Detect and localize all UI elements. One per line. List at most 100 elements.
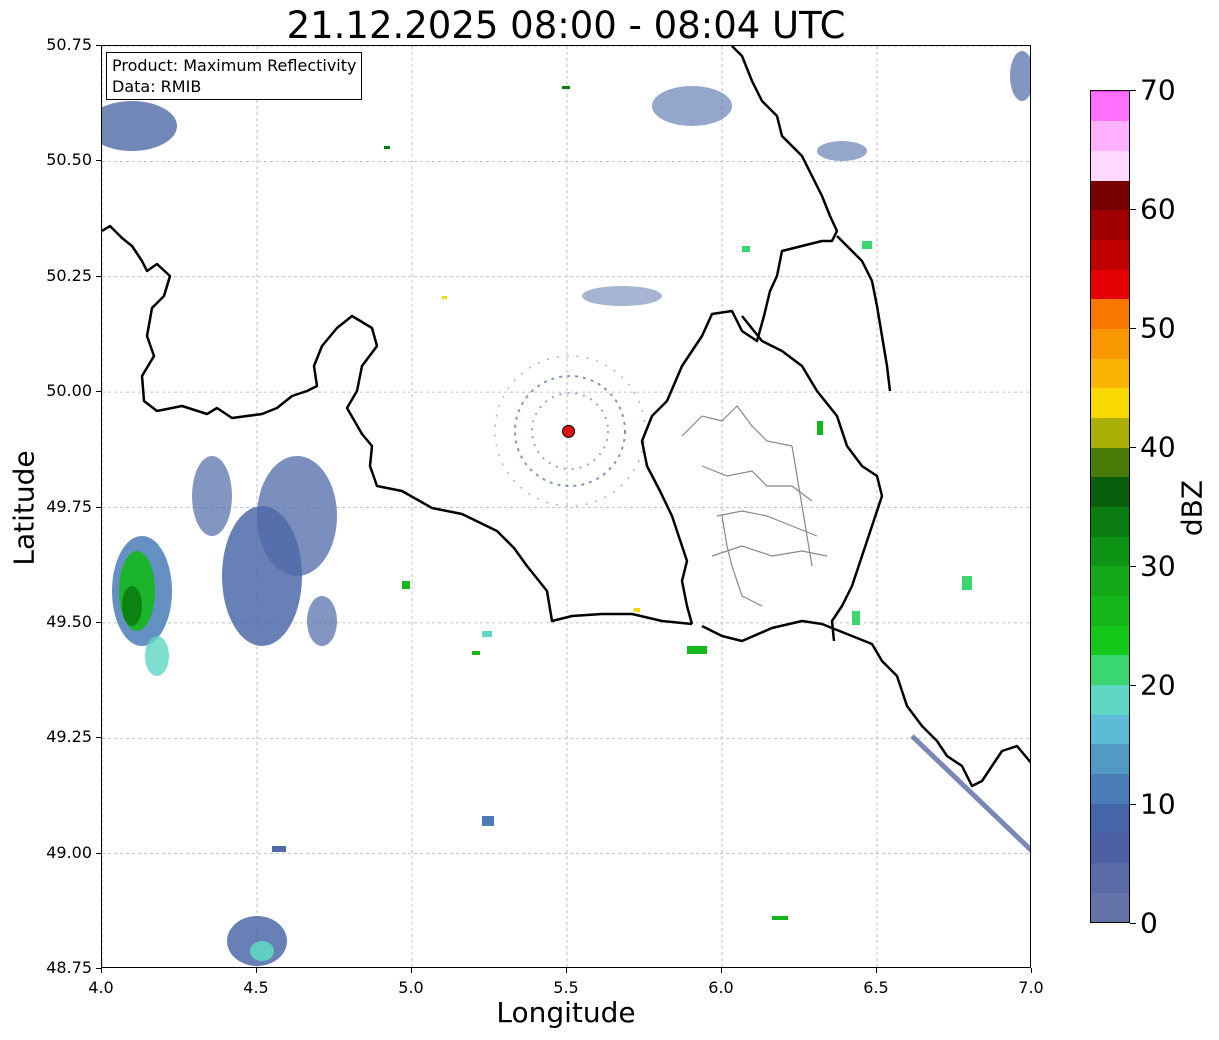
border-line <box>102 224 693 626</box>
x-tick-label: 5.5 <box>553 978 579 997</box>
colorbar-segment <box>1091 892 1129 923</box>
y-tick-label: 50.00 <box>46 381 92 401</box>
country-borders <box>102 46 1030 788</box>
x-tick-mark <box>1031 968 1032 973</box>
colorbar-segment <box>1091 625 1129 656</box>
border-line <box>701 619 1030 788</box>
colorbar-segment <box>1091 328 1129 359</box>
colorbar-segment <box>1091 773 1129 804</box>
region-boundary <box>721 515 763 607</box>
x-tick-label: 7.0 <box>1018 978 1044 997</box>
x-tick-mark <box>876 968 877 973</box>
colorbar-segment <box>1091 654 1129 686</box>
colorbar-segment <box>1091 91 1129 122</box>
colorbar-tick-mark <box>1130 804 1136 805</box>
y-tick-label: 50.75 <box>46 35 92 54</box>
radar-site-layer <box>562 424 576 438</box>
colorbar-tick-label: 10 <box>1140 787 1176 821</box>
radar-echoes <box>102 51 1030 966</box>
colorbar-segment <box>1091 239 1129 270</box>
y-tick-label: 49.00 <box>46 842 92 862</box>
border-line <box>741 315 884 642</box>
map-title: 21.12.2025 08:00 - 08:04 UTC <box>286 4 846 47</box>
y-tick-label: 49.25 <box>46 727 92 747</box>
x-tick-label: 6.5 <box>863 978 889 997</box>
y-tick-mark <box>96 45 101 46</box>
colorbar-segment <box>1091 536 1129 567</box>
colorbar-tick-mark <box>1130 209 1136 210</box>
x-tick-mark <box>411 968 412 973</box>
colorbar-segment <box>1091 832 1129 864</box>
y-tick-mark <box>96 506 101 508</box>
y-tick-label: 50.25 <box>46 265 92 285</box>
colorbar-segment <box>1091 180 1129 211</box>
x-tick-mark <box>566 968 567 973</box>
colorbar-tick-label: 50 <box>1140 311 1176 345</box>
radar-map[interactable] <box>101 45 1031 968</box>
echo-cluster-east <box>582 51 1030 853</box>
colorbar-segment <box>1091 476 1129 507</box>
region-boundary <box>716 510 818 537</box>
border-line <box>836 235 892 392</box>
colorbar-segment <box>1091 684 1129 715</box>
radar-site-marker <box>562 424 576 438</box>
y-tick-mark <box>96 391 101 393</box>
colorbar-tick-mark <box>1130 923 1136 924</box>
colorbar-segment <box>1091 269 1129 300</box>
x-tick-mark <box>101 968 102 973</box>
colorbar-segment <box>1091 714 1129 745</box>
product-info-box: Product: Maximum Reflectivity Data: RMIB <box>106 52 363 100</box>
colorbar-segment <box>1091 417 1129 448</box>
colorbar-segment <box>1091 209 1129 240</box>
map-svg <box>102 46 1030 967</box>
colorbar-segment <box>1091 447 1129 478</box>
colorbar-segment <box>1091 803 1129 834</box>
colorbar-tick-mark <box>1130 685 1136 686</box>
x-tick-label: 6.0 <box>708 978 734 997</box>
x-tick-label: 4.0 <box>88 978 114 997</box>
colorbar-segment <box>1091 120 1129 151</box>
product-label: Product: Maximum Reflectivity <box>112 56 357 75</box>
data-source-label: Data: RMIB <box>112 77 202 96</box>
colorbar-segment <box>1091 91 1129 92</box>
x-tick-label: 5.0 <box>398 978 424 997</box>
colorbar-tick-label: 30 <box>1140 549 1176 583</box>
y-tick-label: 50.50 <box>46 150 92 170</box>
y-tick-mark <box>96 275 101 277</box>
colorbar <box>1090 90 1130 923</box>
colorbar-tick-label: 0 <box>1140 906 1158 940</box>
colorbar-segment <box>1091 358 1129 389</box>
colorbar-segment <box>1091 387 1129 418</box>
y-tick-label: 48.75 <box>46 958 92 977</box>
colorbar-tick-label: 40 <box>1140 430 1176 464</box>
colorbar-tick-label: 20 <box>1140 668 1176 702</box>
y-tick-mark <box>96 852 101 854</box>
y-axis-label: Latitude <box>7 450 41 566</box>
colorbar-segment <box>1091 595 1129 626</box>
y-tick-mark <box>96 737 101 739</box>
region-boundary <box>701 465 813 502</box>
x-tick-label: 4.5 <box>243 978 269 997</box>
colorbar-tick-label: 60 <box>1140 192 1176 226</box>
colorbar-tick-mark <box>1130 447 1136 448</box>
colorbar-segment <box>1091 862 1129 893</box>
colorbar-tick-mark <box>1130 566 1136 567</box>
colorbar-label: dBZ <box>1175 479 1209 537</box>
region-boundary <box>681 405 793 447</box>
colorbar-segment <box>1091 506 1129 537</box>
region-boundary <box>791 445 813 567</box>
colorbar-segment <box>1091 565 1129 597</box>
colorbar-segment <box>1091 743 1129 775</box>
colorbar-tick-mark <box>1130 90 1136 91</box>
gridlines <box>102 46 1030 967</box>
x-axis-label: Longitude <box>496 996 636 1029</box>
echo-cluster-west <box>102 101 337 966</box>
y-tick-mark <box>96 160 101 162</box>
x-tick-mark <box>721 968 722 973</box>
colorbar-tick-label: 70 <box>1140 73 1176 107</box>
scattered-cells <box>272 86 972 920</box>
x-tick-mark <box>256 968 257 973</box>
colorbar-segment <box>1091 150 1129 181</box>
colorbar-tick-mark <box>1130 328 1136 329</box>
y-tick-label: 49.50 <box>46 611 92 631</box>
